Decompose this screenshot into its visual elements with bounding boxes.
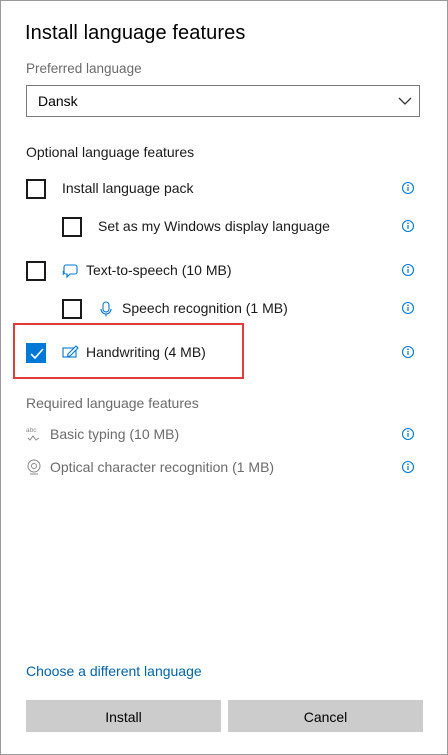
required-row-basic-typing: abc Basic typing (10 MB) — [1, 416, 447, 452]
speech-recognition-label: Speech recognition (1 MB) — [122, 300, 288, 316]
info-icon[interactable] — [401, 345, 415, 359]
info-icon[interactable] — [401, 460, 415, 474]
chevron-down-icon — [398, 97, 412, 105]
feature-row-language-pack: Install language pack — [1, 170, 447, 206]
microphone-icon — [100, 301, 112, 317]
text-to-speech-label: Text-to-speech (10 MB) — [86, 262, 232, 278]
install-button[interactable]: Install — [26, 700, 221, 732]
preferred-language-value: Dansk — [38, 93, 78, 109]
info-icon[interactable] — [401, 301, 415, 315]
info-icon[interactable] — [401, 181, 415, 195]
install-language-pack-label: Install language pack — [62, 180, 194, 196]
text-to-speech-checkbox[interactable] — [26, 261, 46, 281]
cancel-button[interactable]: Cancel — [228, 700, 423, 732]
text-to-speech-icon — [62, 264, 78, 279]
info-icon[interactable] — [401, 427, 415, 441]
feature-row-display-language: Set as my Windows display language — [1, 208, 447, 244]
ocr-label: Optical character recognition (1 MB) — [50, 459, 275, 475]
basic-typing-label: Basic typing (10 MB) — [50, 426, 180, 442]
preferred-language-label: Preferred language — [26, 61, 142, 76]
dialog-title: Install language features — [25, 22, 246, 44]
required-features-label: Required language features — [26, 395, 199, 411]
optional-features-label: Optional language features — [26, 144, 195, 160]
ocr-camera-icon — [27, 459, 41, 475]
speech-recognition-checkbox[interactable] — [62, 299, 82, 319]
svg-text:abc: abc — [26, 427, 37, 434]
handwriting-highlight-box — [13, 323, 244, 379]
set-display-language-checkbox[interactable] — [62, 217, 82, 237]
set-display-language-label: Set as my Windows display language — [98, 218, 330, 234]
info-icon[interactable] — [401, 263, 415, 277]
info-icon[interactable] — [401, 219, 415, 233]
install-language-features-dialog: Install language features Preferred lang… — [0, 0, 448, 755]
abc-typing-icon: abc — [26, 427, 40, 441]
required-row-ocr: Optical character recognition (1 MB) — [1, 449, 447, 485]
feature-row-text-to-speech: Text-to-speech (10 MB) — [1, 252, 447, 288]
preferred-language-dropdown[interactable]: Dansk — [26, 85, 420, 117]
feature-row-speech-recognition: Speech recognition (1 MB) — [1, 290, 447, 326]
install-language-pack-checkbox[interactable] — [26, 179, 46, 199]
choose-different-language-link[interactable]: Choose a different language — [26, 663, 202, 679]
